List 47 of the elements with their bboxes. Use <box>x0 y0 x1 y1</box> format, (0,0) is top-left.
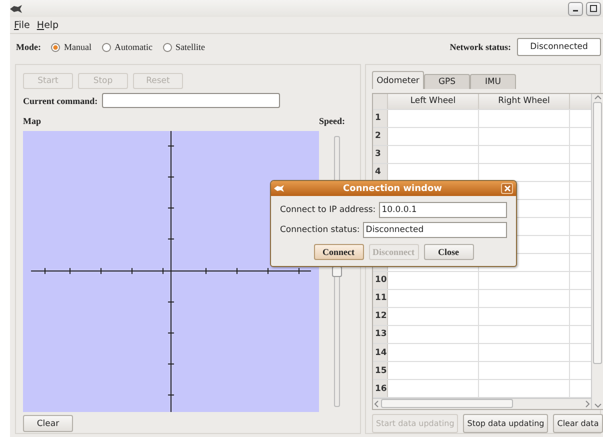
close-icon[interactable] <box>501 183 513 194</box>
speed-label: Speed: <box>318 116 345 128</box>
menu-item[interactable]: Help <box>36 20 59 30</box>
dialog-button[interactable]: Close <box>424 244 474 260</box>
network-status-label: Network status: <box>450 42 511 52</box>
menu-item[interactable]: File <box>14 20 30 30</box>
dialog-title: Connection window <box>342 184 443 194</box>
app-icon <box>274 185 284 192</box>
row-number: 15 <box>373 362 388 380</box>
mode-label: Mode: <box>16 42 41 52</box>
column-header[interactable]: Right Wheel <box>479 94 570 109</box>
row-number: 4 <box>373 164 388 181</box>
row-number: 11 <box>373 290 388 307</box>
current-command-label: Current command: <box>23 96 98 106</box>
mode-radio[interactable]: Automatic <box>102 42 152 52</box>
minimize-button[interactable] <box>568 2 583 16</box>
data-button[interactable]: Stop data updating <box>463 414 548 433</box>
maximize-button[interactable] <box>586 2 601 16</box>
row-number: 12 <box>373 308 388 325</box>
slider-handle[interactable] <box>332 266 342 277</box>
data-button[interactable]: Clear data <box>553 414 603 433</box>
column-header[interactable]: Left Wheel <box>388 94 479 109</box>
maximize-icon <box>590 5 597 12</box>
input-field[interactable]: Disconnected <box>362 222 507 238</box>
field-label: Connection status: <box>280 225 360 235</box>
tab[interactable]: IMU <box>470 74 516 89</box>
clear-button[interactable]: Clear <box>23 415 73 432</box>
tab[interactable]: GPS <box>424 74 470 89</box>
row-number: 3 <box>373 146 388 163</box>
input-field[interactable]: 10.0.0.1 <box>378 202 507 218</box>
row-number: 14 <box>373 344 388 362</box>
horizontal-scrollbar[interactable] <box>373 398 592 409</box>
app-icon <box>10 4 22 12</box>
row-number: 1 <box>373 110 388 127</box>
vertical-scrollbar[interactable] <box>591 94 603 409</box>
row-number: 13 <box>373 326 388 343</box>
dialog-button[interactable]: Connect <box>314 244 364 260</box>
field-label: Connect to IP address: <box>280 205 376 215</box>
map-label: Map <box>23 116 41 128</box>
row-number: 16 <box>373 380 388 398</box>
network-status-field: Disconnected <box>517 38 601 56</box>
mode-radio[interactable]: Satellite <box>162 42 205 52</box>
row-number: 2 <box>373 128 388 145</box>
command-field[interactable] <box>102 93 280 108</box>
tab[interactable]: Odometer <box>372 71 424 89</box>
mode-radio[interactable]: Manual <box>51 42 92 52</box>
row-number: 10 <box>373 272 388 289</box>
